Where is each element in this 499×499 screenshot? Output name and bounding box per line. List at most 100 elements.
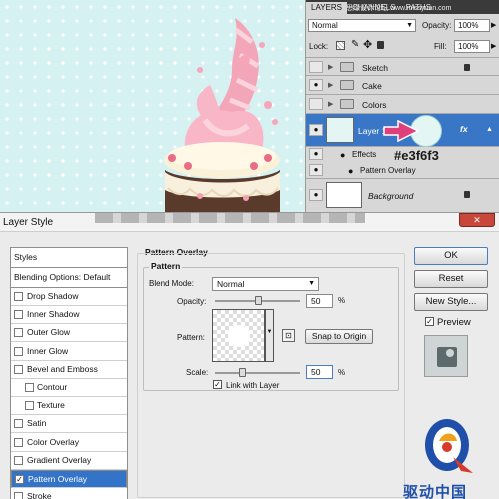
style-item-contour[interactable]: Contour (11, 379, 127, 397)
chevron-right-icon[interactable]: ▶ (491, 42, 496, 50)
chevron-right-icon[interactable]: ▶ (491, 21, 496, 29)
scale-input[interactable]: 50 (306, 365, 333, 379)
layer-row-cake[interactable]: ● ▶ Cake (306, 76, 499, 95)
new-preset-icon[interactable]: ⊡ (282, 329, 295, 342)
eye-icon[interactable]: ● (309, 164, 323, 176)
eye-icon[interactable]: ● (309, 189, 323, 201)
lock-move-icon[interactable]: ✥ (363, 38, 372, 51)
scale-slider-track[interactable] (215, 372, 300, 374)
layer-thumbnail (326, 182, 362, 208)
blend-mode-dropdown[interactable]: Normal ▼ (212, 277, 319, 291)
visibility-toggle[interactable] (309, 98, 323, 110)
style-checkbox[interactable] (14, 310, 23, 320)
cake-illustration (164, 18, 280, 212)
styles-list: Styles Blending Options: Default Drop Sh… (10, 247, 128, 499)
layer-thumbnail (326, 117, 354, 143)
layer-row-sketch[interactable]: ▶ Sketch (306, 57, 499, 76)
style-item-outer-glow[interactable]: Outer Glow (11, 324, 127, 343)
logo-text: 驱动中国 (403, 484, 468, 499)
style-item-stroke[interactable]: Stroke (11, 488, 127, 499)
close-button[interactable]: ✕ (459, 213, 495, 227)
visibility-toggle[interactable] (309, 61, 323, 73)
layer-row-layer1[interactable]: ● Layer 1 fx ▲ (306, 114, 499, 147)
site-logo: 驱动中国 (395, 413, 499, 499)
effect-item-row[interactable]: ● ● Pattern Overlay (306, 163, 499, 179)
eye-icon[interactable]: ● (309, 148, 323, 160)
fill-input[interactable]: 100% (454, 40, 490, 53)
style-checkbox[interactable]: ✓ (15, 475, 24, 484)
pattern-circle (228, 325, 250, 347)
fx-icon[interactable]: fx (460, 124, 468, 134)
style-item-bevel-and-emboss[interactable]: Bevel and Emboss (11, 361, 127, 379)
chevron-down-icon: ▼ (406, 22, 413, 29)
style-item-drop-shadow[interactable]: Drop Shadow (11, 288, 127, 306)
preview-checkbox[interactable]: ✓ (425, 317, 434, 326)
expand-triangle-icon[interactable]: ▶ (328, 81, 333, 89)
style-checkbox[interactable] (14, 328, 23, 338)
ok-button[interactable]: OK (414, 247, 488, 265)
style-item-color-overlay[interactable]: Color Overlay (11, 434, 127, 452)
lock-transparent-icon[interactable] (336, 41, 345, 50)
layer-name: Colors (362, 100, 387, 110)
blend-mode-label: Blend Mode: (149, 279, 194, 288)
styles-header[interactable]: Styles (11, 248, 127, 268)
layer-row-background[interactable]: ● Background (306, 179, 499, 212)
pattern-swatch[interactable] (212, 309, 265, 362)
eye-icon[interactable]: ● (309, 79, 323, 91)
dialog-title: Layer Style (3, 217, 54, 228)
layer-name: Sketch (362, 63, 388, 73)
layer-name: Background (368, 191, 414, 201)
lock-label: Lock: (309, 42, 329, 51)
blend-mode-select[interactable]: Normal ▼ (308, 19, 416, 32)
expand-triangle-icon[interactable]: ▶ (328, 100, 333, 108)
tab-layers[interactable]: LAYERS (306, 2, 347, 14)
style-checkbox[interactable] (14, 455, 23, 465)
blurred-region (95, 213, 365, 223)
style-checkbox[interactable] (25, 383, 34, 392)
style-checkbox[interactable] (14, 346, 23, 356)
expand-triangle-icon[interactable]: ▶ (328, 63, 333, 71)
layer-name: Cake (362, 81, 382, 91)
scale-slider-knob[interactable] (239, 368, 247, 377)
style-item-inner-shadow[interactable]: Inner Shadow (11, 306, 127, 325)
lock-brush-icon[interactable]: ✎ (351, 39, 359, 50)
link-with-layer-checkbox[interactable]: ✓ (213, 380, 222, 389)
dialog-titlebar: Layer Style ✕ (0, 213, 499, 232)
style-item-pattern-overlay[interactable]: ✓ Pattern Overlay (11, 470, 127, 488)
new-style-button[interactable]: New Style... (414, 293, 488, 311)
style-item-satin[interactable]: Satin (11, 415, 127, 434)
opacity-input[interactable]: 50 (306, 294, 333, 308)
style-item-texture[interactable]: Texture (11, 397, 127, 416)
layer-row-colors[interactable]: ▶ Colors (306, 95, 499, 114)
style-checkbox[interactable] (14, 292, 23, 301)
style-item-label: Stroke (27, 491, 52, 499)
style-item-label: Outer Glow (27, 327, 70, 338)
style-checkbox[interactable] (14, 437, 23, 447)
document-canvas (0, 0, 305, 212)
blending-options-item[interactable]: Blending Options: Default (11, 268, 127, 288)
lock-all-icon[interactable] (377, 41, 384, 49)
collapse-triangle-icon[interactable]: ▲ (486, 126, 493, 133)
snap-to-origin-button[interactable]: Snap to Origin (305, 329, 373, 344)
layers-panel: LAYERS CHANNELS PATHS 思缘设计论坛 www.missyua… (305, 0, 499, 212)
style-preview-swatch (424, 335, 468, 377)
link-with-layer-label: Link with Layer (226, 381, 280, 390)
style-item-inner-glow[interactable]: Inner Glow (11, 343, 127, 361)
effects-row[interactable]: ● ● Effects #e3f6f3 (306, 147, 499, 163)
chevron-down-icon: ▼ (308, 280, 315, 287)
opacity-slider-knob[interactable] (254, 296, 262, 305)
style-checkbox[interactable] (14, 419, 23, 429)
eye-icon[interactable]: ● (309, 124, 323, 136)
preview-dot (446, 349, 454, 357)
style-item-gradient-overlay[interactable]: Gradient Overlay (11, 452, 127, 470)
pattern-picker-chevron-icon[interactable]: ▼ (265, 309, 274, 362)
logo-emblem-icon (425, 419, 473, 473)
opacity-input[interactable]: 100% (454, 19, 490, 32)
style-checkbox[interactable] (14, 492, 23, 499)
style-checkbox[interactable] (25, 401, 34, 411)
style-checkbox[interactable] (14, 364, 23, 374)
style-item-label: Texture (37, 400, 65, 411)
lock-icon (464, 191, 470, 198)
style-item-label: Satin (27, 418, 47, 429)
reset-button[interactable]: Reset (414, 270, 488, 288)
